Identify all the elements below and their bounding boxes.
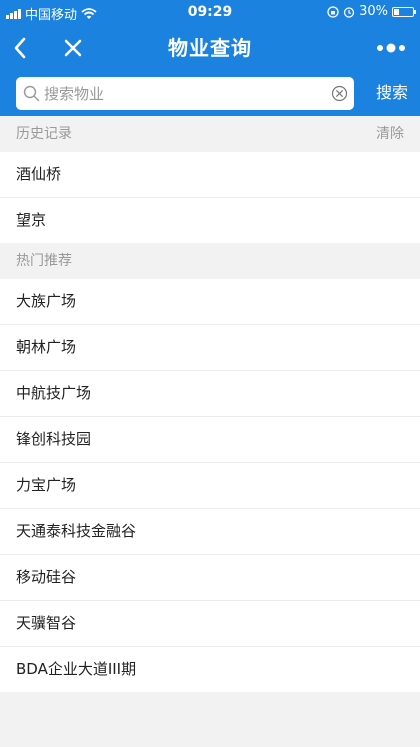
hot-item[interactable]: 天通泰科技金融谷 [0, 509, 420, 555]
hot-item[interactable]: 天骥智谷 [0, 601, 420, 647]
history-item[interactable]: 酒仙桥 [0, 152, 420, 198]
hot-item[interactable]: 大族广场 [0, 279, 420, 325]
battery-icon [392, 6, 416, 17]
hot-item[interactable]: BDA企业大道III期 [0, 647, 420, 692]
hot-item[interactable]: 中航技广场 [0, 371, 420, 417]
clear-icon[interactable] [331, 85, 348, 102]
hot-title: 热门推荐 [16, 253, 72, 269]
search-button[interactable]: 搜索 [372, 72, 412, 116]
nav-bar: 物业查询 [0, 24, 420, 72]
back-button[interactable] [8, 24, 32, 72]
rotation-lock-icon [327, 5, 339, 18]
close-icon [64, 39, 82, 57]
history-item[interactable]: 望京 [0, 198, 420, 243]
history-header: 历史记录 清除 [0, 116, 420, 152]
status-bar: 中国移动 09:29 30% [0, 0, 420, 24]
hot-list: 大族广场 朝林广场 中航技广场 锋创科技园 力宝广场 天通泰科技金融谷 移动硅谷… [0, 279, 420, 692]
close-button[interactable] [60, 24, 86, 72]
search-icon [23, 85, 40, 102]
hot-item[interactable]: 移动硅谷 [0, 555, 420, 601]
hot-header: 热门推荐 [0, 243, 420, 279]
search-bar: 搜索 [0, 72, 420, 116]
battery-fill [394, 8, 399, 15]
more-icon [377, 43, 405, 53]
more-button[interactable] [376, 24, 406, 72]
search-input[interactable] [44, 77, 334, 110]
alarm-icon [343, 6, 355, 18]
history-list: 酒仙桥 望京 [0, 152, 420, 243]
back-arrow-icon [14, 37, 26, 59]
hot-item[interactable]: 朝林广场 [0, 325, 420, 371]
search-box[interactable] [16, 77, 354, 110]
clear-history-button[interactable]: 清除 [376, 116, 404, 152]
status-right: 30% [327, 4, 416, 19]
battery-percent: 30% [359, 4, 388, 19]
hot-item[interactable]: 锋创科技园 [0, 417, 420, 463]
history-title: 历史记录 [16, 126, 72, 142]
hot-item[interactable]: 力宝广场 [0, 463, 420, 509]
